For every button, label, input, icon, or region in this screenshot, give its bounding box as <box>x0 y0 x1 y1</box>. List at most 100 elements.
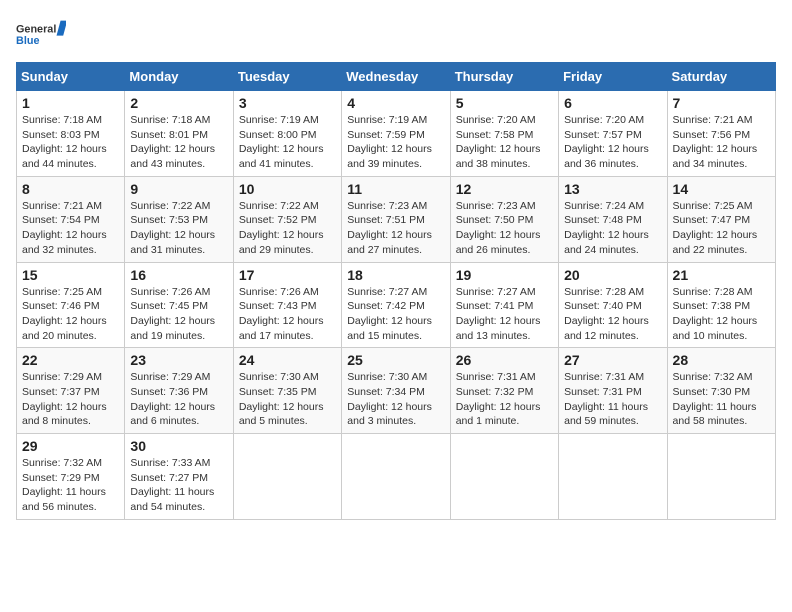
day-info: Sunrise: 7:21 AM Sunset: 7:56 PM Dayligh… <box>673 113 770 172</box>
day-info: Sunrise: 7:25 AM Sunset: 7:46 PM Dayligh… <box>22 285 119 344</box>
day-info: Sunrise: 7:19 AM Sunset: 7:59 PM Dayligh… <box>347 113 444 172</box>
svg-text:Blue: Blue <box>16 35 39 47</box>
calendar-table: SundayMondayTuesdayWednesdayThursdayFrid… <box>16 62 776 520</box>
day-number: 20 <box>564 267 661 283</box>
day-number: 27 <box>564 352 661 368</box>
day-number: 10 <box>239 181 336 197</box>
day-info: Sunrise: 7:29 AM Sunset: 7:36 PM Dayligh… <box>130 370 227 429</box>
page-header: General Blue <box>16 16 776 52</box>
day-info: Sunrise: 7:27 AM Sunset: 7:42 PM Dayligh… <box>347 285 444 344</box>
calendar-cell: 10 Sunrise: 7:22 AM Sunset: 7:52 PM Dayl… <box>233 176 341 262</box>
day-info: Sunrise: 7:20 AM Sunset: 7:58 PM Dayligh… <box>456 113 553 172</box>
day-info: Sunrise: 7:31 AM Sunset: 7:31 PM Dayligh… <box>564 370 661 429</box>
day-number: 14 <box>673 181 770 197</box>
calendar-cell: 8 Sunrise: 7:21 AM Sunset: 7:54 PM Dayli… <box>17 176 125 262</box>
calendar-cell: 2 Sunrise: 7:18 AM Sunset: 8:01 PM Dayli… <box>125 91 233 177</box>
day-number: 6 <box>564 95 661 111</box>
day-info: Sunrise: 7:28 AM Sunset: 7:38 PM Dayligh… <box>673 285 770 344</box>
day-info: Sunrise: 7:26 AM Sunset: 7:43 PM Dayligh… <box>239 285 336 344</box>
day-info: Sunrise: 7:32 AM Sunset: 7:30 PM Dayligh… <box>673 370 770 429</box>
day-number: 5 <box>456 95 553 111</box>
calendar-cell: 6 Sunrise: 7:20 AM Sunset: 7:57 PM Dayli… <box>559 91 667 177</box>
day-info: Sunrise: 7:30 AM Sunset: 7:34 PM Dayligh… <box>347 370 444 429</box>
calendar-cell: 19 Sunrise: 7:27 AM Sunset: 7:41 PM Dayl… <box>450 262 558 348</box>
day-number: 17 <box>239 267 336 283</box>
day-info: Sunrise: 7:18 AM Sunset: 8:01 PM Dayligh… <box>130 113 227 172</box>
day-number: 19 <box>456 267 553 283</box>
weekday-header-friday: Friday <box>559 63 667 91</box>
weekday-header-monday: Monday <box>125 63 233 91</box>
day-number: 28 <box>673 352 770 368</box>
day-info: Sunrise: 7:22 AM Sunset: 7:52 PM Dayligh… <box>239 199 336 258</box>
day-number: 15 <box>22 267 119 283</box>
day-number: 16 <box>130 267 227 283</box>
day-number: 25 <box>347 352 444 368</box>
day-info: Sunrise: 7:25 AM Sunset: 7:47 PM Dayligh… <box>673 199 770 258</box>
calendar-cell: 13 Sunrise: 7:24 AM Sunset: 7:48 PM Dayl… <box>559 176 667 262</box>
week-row-4: 22 Sunrise: 7:29 AM Sunset: 7:37 PM Dayl… <box>17 348 776 434</box>
day-number: 22 <box>22 352 119 368</box>
day-info: Sunrise: 7:31 AM Sunset: 7:32 PM Dayligh… <box>456 370 553 429</box>
calendar-cell: 25 Sunrise: 7:30 AM Sunset: 7:34 PM Dayl… <box>342 348 450 434</box>
weekday-header-saturday: Saturday <box>667 63 775 91</box>
logo-svg: General Blue <box>16 16 66 52</box>
calendar-cell <box>450 434 558 520</box>
calendar-cell <box>342 434 450 520</box>
day-info: Sunrise: 7:20 AM Sunset: 7:57 PM Dayligh… <box>564 113 661 172</box>
day-info: Sunrise: 7:28 AM Sunset: 7:40 PM Dayligh… <box>564 285 661 344</box>
day-number: 13 <box>564 181 661 197</box>
calendar-cell: 4 Sunrise: 7:19 AM Sunset: 7:59 PM Dayli… <box>342 91 450 177</box>
day-number: 4 <box>347 95 444 111</box>
day-info: Sunrise: 7:21 AM Sunset: 7:54 PM Dayligh… <box>22 199 119 258</box>
calendar-cell: 23 Sunrise: 7:29 AM Sunset: 7:36 PM Dayl… <box>125 348 233 434</box>
day-info: Sunrise: 7:23 AM Sunset: 7:51 PM Dayligh… <box>347 199 444 258</box>
calendar-cell: 3 Sunrise: 7:19 AM Sunset: 8:00 PM Dayli… <box>233 91 341 177</box>
calendar-cell: 14 Sunrise: 7:25 AM Sunset: 7:47 PM Dayl… <box>667 176 775 262</box>
calendar-cell: 12 Sunrise: 7:23 AM Sunset: 7:50 PM Dayl… <box>450 176 558 262</box>
day-number: 9 <box>130 181 227 197</box>
day-info: Sunrise: 7:24 AM Sunset: 7:48 PM Dayligh… <box>564 199 661 258</box>
calendar-cell: 15 Sunrise: 7:25 AM Sunset: 7:46 PM Dayl… <box>17 262 125 348</box>
day-info: Sunrise: 7:18 AM Sunset: 8:03 PM Dayligh… <box>22 113 119 172</box>
day-number: 3 <box>239 95 336 111</box>
day-number: 1 <box>22 95 119 111</box>
calendar-cell: 29 Sunrise: 7:32 AM Sunset: 7:29 PM Dayl… <box>17 434 125 520</box>
week-row-2: 8 Sunrise: 7:21 AM Sunset: 7:54 PM Dayli… <box>17 176 776 262</box>
day-info: Sunrise: 7:23 AM Sunset: 7:50 PM Dayligh… <box>456 199 553 258</box>
day-number: 23 <box>130 352 227 368</box>
day-number: 29 <box>22 438 119 454</box>
calendar-cell <box>667 434 775 520</box>
weekday-header-wednesday: Wednesday <box>342 63 450 91</box>
day-number: 24 <box>239 352 336 368</box>
calendar-cell: 21 Sunrise: 7:28 AM Sunset: 7:38 PM Dayl… <box>667 262 775 348</box>
day-number: 30 <box>130 438 227 454</box>
day-info: Sunrise: 7:29 AM Sunset: 7:37 PM Dayligh… <box>22 370 119 429</box>
calendar-cell: 17 Sunrise: 7:26 AM Sunset: 7:43 PM Dayl… <box>233 262 341 348</box>
day-info: Sunrise: 7:19 AM Sunset: 8:00 PM Dayligh… <box>239 113 336 172</box>
calendar-cell: 30 Sunrise: 7:33 AM Sunset: 7:27 PM Dayl… <box>125 434 233 520</box>
day-number: 2 <box>130 95 227 111</box>
calendar-cell: 1 Sunrise: 7:18 AM Sunset: 8:03 PM Dayli… <box>17 91 125 177</box>
week-row-5: 29 Sunrise: 7:32 AM Sunset: 7:29 PM Dayl… <box>17 434 776 520</box>
day-info: Sunrise: 7:27 AM Sunset: 7:41 PM Dayligh… <box>456 285 553 344</box>
day-info: Sunrise: 7:32 AM Sunset: 7:29 PM Dayligh… <box>22 456 119 515</box>
calendar-cell: 11 Sunrise: 7:23 AM Sunset: 7:51 PM Dayl… <box>342 176 450 262</box>
calendar-cell: 16 Sunrise: 7:26 AM Sunset: 7:45 PM Dayl… <box>125 262 233 348</box>
day-info: Sunrise: 7:30 AM Sunset: 7:35 PM Dayligh… <box>239 370 336 429</box>
day-number: 8 <box>22 181 119 197</box>
logo: General Blue <box>16 16 66 52</box>
week-row-3: 15 Sunrise: 7:25 AM Sunset: 7:46 PM Dayl… <box>17 262 776 348</box>
calendar-cell: 26 Sunrise: 7:31 AM Sunset: 7:32 PM Dayl… <box>450 348 558 434</box>
day-info: Sunrise: 7:26 AM Sunset: 7:45 PM Dayligh… <box>130 285 227 344</box>
day-number: 11 <box>347 181 444 197</box>
svg-text:General: General <box>16 23 56 35</box>
calendar-cell <box>559 434 667 520</box>
calendar-cell: 18 Sunrise: 7:27 AM Sunset: 7:42 PM Dayl… <box>342 262 450 348</box>
calendar-cell: 9 Sunrise: 7:22 AM Sunset: 7:53 PM Dayli… <box>125 176 233 262</box>
weekday-header-row: SundayMondayTuesdayWednesdayThursdayFrid… <box>17 63 776 91</box>
calendar-cell <box>233 434 341 520</box>
calendar-cell: 27 Sunrise: 7:31 AM Sunset: 7:31 PM Dayl… <box>559 348 667 434</box>
calendar-cell: 22 Sunrise: 7:29 AM Sunset: 7:37 PM Dayl… <box>17 348 125 434</box>
calendar-cell: 5 Sunrise: 7:20 AM Sunset: 7:58 PM Dayli… <box>450 91 558 177</box>
day-info: Sunrise: 7:33 AM Sunset: 7:27 PM Dayligh… <box>130 456 227 515</box>
